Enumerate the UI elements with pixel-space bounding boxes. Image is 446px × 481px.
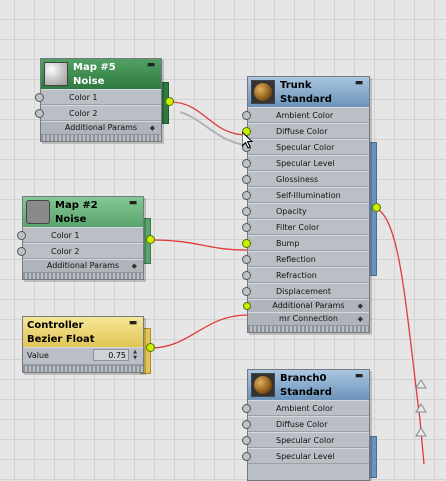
expand-icon[interactable]: ◆ [358,314,363,324]
input-socket-icon[interactable] [242,191,251,200]
trunk-row-ambient-color[interactable]: Ambient Color [242,107,369,123]
node-bottom-edge [23,272,143,279]
trunk-row-diffuse-color[interactable]: Diffuse Color [242,123,369,139]
controller-output-socket-icon[interactable] [146,343,155,352]
trunk-mr-connection[interactable]: mr Connection ◆ [248,312,369,325]
map5-additional-params[interactable]: Additional Params ◆ [41,121,161,134]
input-socket-icon[interactable] [17,247,26,256]
trunk-row-glossiness[interactable]: Glossiness [242,171,369,187]
minimize-icon[interactable]: ▬ [146,60,156,70]
branch0-row-ambient-color[interactable]: Ambient Color [242,400,369,416]
map2-row-color2[interactable]: Color 2 [17,243,143,259]
value-label: Value [27,351,49,360]
map2-name: Map #2 [55,200,98,211]
value-input[interactable]: 0.75 [93,349,129,361]
gray-swatch-thumbnail [26,200,50,224]
input-socket-icon[interactable] [242,223,251,232]
input-socket-icon[interactable] [242,175,251,184]
map5-type: Noise [73,76,105,87]
trunk-name: Trunk [280,80,312,91]
node-bottom-edge [23,365,143,372]
arrowhead-icon [415,380,427,437]
minimize-icon[interactable]: ▬ [128,198,138,208]
minimize-icon[interactable]: ▬ [128,318,138,328]
minimize-icon[interactable]: ▬ [354,371,364,381]
input-socket-icon[interactable] [242,207,251,216]
input-socket-icon[interactable] [35,93,44,102]
wire-map5-shadow [179,111,246,146]
expand-icon[interactable]: ◆ [132,261,137,271]
input-socket-icon[interactable] [242,159,251,168]
input-socket-icon[interactable] [242,436,251,445]
mouse-cursor-icon [242,132,254,149]
input-socket-icon[interactable] [17,231,26,240]
controller-bezier-float-node[interactable]: Controller Bezier Float ▬ Value 0.75 ▲ ▼ [22,316,144,373]
map2-output-socket-icon[interactable] [146,235,155,244]
input-socket-icon[interactable] [242,420,251,429]
trunk-row-bump[interactable]: Bump [242,235,369,251]
map2-additional-params[interactable]: Additional Params ◆ [23,259,143,272]
minimize-icon[interactable]: ▬ [354,78,364,88]
map5-output-socket-icon[interactable] [165,97,174,106]
expand-icon[interactable]: ◆ [150,123,155,133]
trunk-row-reflection[interactable]: Reflection [242,251,369,267]
map2-header[interactable]: Map #2 Noise ▬ [23,197,143,227]
branch0-standard-node[interactable]: Branch0 Standard ▬ Ambient Color Diffuse … [242,369,370,481]
trunk-additional-params[interactable]: Additional Params ◆ [243,299,369,312]
branch0-name: Branch0 [280,373,327,384]
node-bottom-edge [248,325,369,332]
controller-header[interactable]: Controller Bezier Float ▬ [23,317,143,347]
branch0-type: Standard [280,387,332,398]
input-socket-icon[interactable] [242,287,251,296]
material-sphere-thumbnail [251,80,275,104]
branch0-row-diffuse-color[interactable]: Diffuse Color [242,416,369,432]
map5-header[interactable]: Map #5 Noise ▬ [41,59,161,89]
input-socket-icon[interactable] [242,255,251,264]
controller-name: Controller [27,320,84,331]
trunk-row-self-illumination[interactable]: Self-Illumination [242,187,369,203]
connected-socket-icon[interactable] [242,239,251,248]
controller-row-value: Value 0.75 ▲ ▼ [23,347,143,365]
trunk-row-refraction[interactable]: Refraction [242,267,369,283]
expand-icon[interactable]: ◆ [358,301,363,311]
input-socket-icon[interactable] [242,271,251,280]
input-socket-icon[interactable] [242,452,251,461]
trunk-output-socket-icon[interactable] [372,203,381,212]
trunk-row-opacity[interactable]: Opacity [242,203,369,219]
wire-controller-to-trunk[interactable] [150,314,248,349]
trunk-standard-node[interactable]: Trunk Standard ▬ Ambient Color Diffuse Co… [242,76,370,333]
map5-name: Map #5 [73,62,116,73]
map2-type: Noise [55,214,87,225]
noise-thumbnail [44,62,68,86]
trunk-row-specular-color[interactable]: Specular Color [242,139,369,155]
branch0-row-specular-color[interactable]: Specular Color [242,432,369,448]
input-socket-icon[interactable] [242,404,251,413]
material-sphere-thumbnail [251,373,275,397]
trunk-row-filter-color[interactable]: Filter Color [242,219,369,235]
map2-noise-node[interactable]: Map #2 Noise ▬ Color 1 Color 2 Additional… [17,196,144,280]
wire-map5-to-trunk-diffuse[interactable] [169,101,248,136]
wire-map2-to-trunk-bump[interactable] [150,239,248,251]
map2-row-color1[interactable]: Color 1 [17,227,143,243]
map5-row-color2[interactable]: Color 2 [35,105,161,121]
controller-type: Bezier Float [27,334,95,345]
map5-noise-node[interactable]: Map #5 Noise ▬ Color 1 Color 2 Additional… [35,58,162,142]
input-socket-icon[interactable] [242,111,251,120]
spinner-icon[interactable]: ▲ ▼ [131,349,139,361]
trunk-header[interactable]: Trunk Standard ▬ [248,77,369,107]
trunk-type: Standard [280,94,332,105]
trunk-row-specular-level[interactable]: Specular Level [242,155,369,171]
node-bottom-edge [41,134,161,141]
branch0-row-specular-level[interactable]: Specular Level [242,448,369,464]
input-socket-icon[interactable] [35,109,44,118]
map5-row-color1[interactable]: Color 1 [35,89,161,105]
branch0-header[interactable]: Branch0 Standard ▬ [248,370,369,400]
trunk-row-displacement[interactable]: Displacement [242,283,369,299]
